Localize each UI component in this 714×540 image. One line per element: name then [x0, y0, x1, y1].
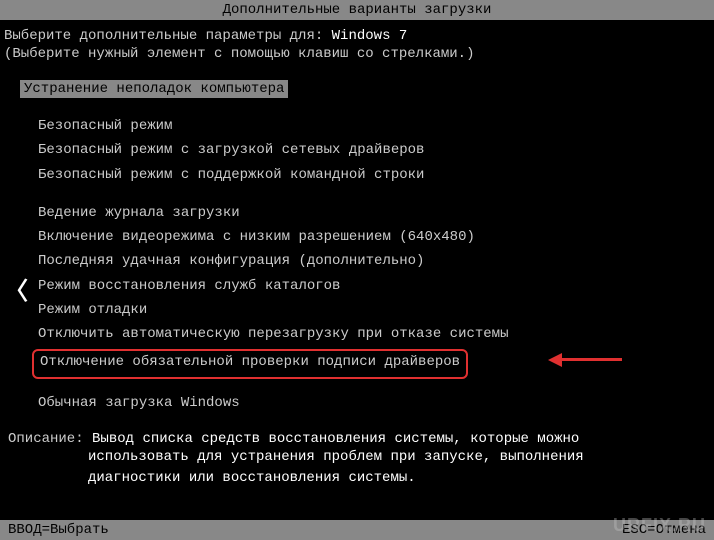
description-line2: использовать для устранения проблем при …	[88, 447, 706, 468]
chevron-left-icon[interactable]: 〈	[4, 282, 28, 306]
menu-item[interactable]: Режим восстановления служб каталогов	[38, 276, 340, 296]
menu-item[interactable]: Отключить автоматическую перезагрузку пр…	[38, 324, 508, 344]
menu-item[interactable]: Последняя удачная конфигурация (дополнит…	[38, 251, 424, 271]
footer-bar: ВВОД=Выбрать ESC=Отмена	[0, 520, 714, 540]
selected-menu-item[interactable]: Устранение неполадок компьютера	[20, 80, 288, 98]
menu-group-2: Ведение журнала загрузки Включение видео…	[38, 203, 710, 379]
menu-item[interactable]: Включение видеорежима с низким разрешени…	[38, 227, 475, 247]
menu-item[interactable]: Режим отладки	[38, 300, 147, 320]
subtitle-prefix: Выберите дополнительные параметры для:	[4, 28, 332, 44]
description-line3: диагностики или восстановления системы.	[88, 468, 706, 489]
arrow-head-icon	[548, 353, 562, 367]
instruction-text: (Выберите нужный элемент с помощью клави…	[4, 46, 710, 62]
menu-item-highlighted[interactable]: Отключение обязательной проверки подписи…	[40, 352, 460, 372]
page-title: Дополнительные варианты загрузки	[223, 2, 492, 18]
description-label: Описание:	[8, 431, 84, 447]
menu-item[interactable]: Безопасный режим	[38, 116, 172, 136]
os-name: Windows 7	[332, 28, 408, 44]
menu-item[interactable]: Ведение журнала загрузки	[38, 203, 240, 223]
arrow-indicator	[548, 353, 622, 367]
menu-item[interactable]: Обычная загрузка Windows	[38, 393, 240, 413]
highlighted-row: Отключение обязательной проверки подписи…	[38, 349, 710, 379]
footer-enter-hint: ВВОД=Выбрать	[8, 522, 109, 538]
menu-list: Безопасный режим Безопасный режим с загр…	[38, 116, 710, 417]
content-area: Выберите дополнительные параметры для: W…	[0, 20, 714, 497]
title-bar: Дополнительные варианты загрузки	[0, 0, 714, 20]
highlight-box: Отключение обязательной проверки подписи…	[32, 349, 468, 379]
menu-group-3: Обычная загрузка Windows	[38, 393, 710, 417]
description-line1: Вывод списка средств восстановления сист…	[92, 431, 579, 447]
watermark: URFIX.RU	[613, 515, 706, 536]
arrow-line-icon	[562, 358, 622, 361]
menu-group-1: Безопасный режим Безопасный режим с загр…	[38, 116, 710, 189]
menu-item[interactable]: Безопасный режим с поддержкой командной …	[38, 165, 424, 185]
subtitle-row: Выберите дополнительные параметры для: W…	[4, 28, 710, 44]
description-block: Описание: Вывод списка средств восстанов…	[4, 431, 710, 489]
menu-item[interactable]: Безопасный режим с загрузкой сетевых дра…	[38, 140, 424, 160]
